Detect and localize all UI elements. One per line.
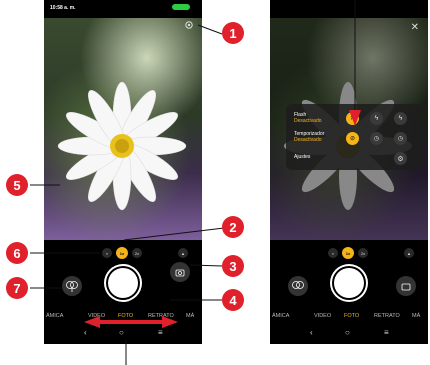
gallery-icon bbox=[292, 281, 304, 289]
navigation-bar: ‹ ○ ≡ bbox=[44, 328, 202, 342]
filter-icon[interactable]: ▲ bbox=[178, 248, 188, 258]
mode-retrato[interactable]: RETRATO bbox=[374, 313, 400, 319]
wide-angle-button[interactable]: ⌕ bbox=[102, 248, 112, 258]
settings-label[interactable]: Ajustes bbox=[294, 154, 310, 160]
battery-indicator bbox=[172, 4, 190, 10]
timer-3s-icon[interactable]: ◷ bbox=[370, 132, 383, 145]
mode-more[interactable]: MÁ bbox=[186, 313, 194, 319]
mode-dinamica[interactable]: ÁMICA bbox=[46, 313, 63, 319]
timer-10s-icon[interactable]: ◷ bbox=[394, 132, 407, 145]
mode-foto[interactable]: FOTO bbox=[118, 313, 133, 319]
shutter-button[interactable] bbox=[108, 268, 138, 298]
mode-video[interactable]: VIDEO bbox=[88, 313, 105, 319]
timer-state: Desactivado bbox=[294, 137, 322, 143]
zoom-2x-button[interactable]: 2x bbox=[132, 248, 142, 258]
filter-icon[interactable]: ▲ bbox=[404, 248, 414, 258]
callout-5: 5 bbox=[6, 174, 28, 196]
mode-selector: ÁMICA VIDEO FOTO RETRATO MÁ bbox=[270, 313, 428, 323]
shutter-button[interactable] bbox=[334, 268, 364, 298]
zoom-1x-button[interactable]: 1x bbox=[342, 247, 354, 259]
flash-off-icon[interactable]: ✕ bbox=[346, 112, 359, 125]
callout-7: 7 bbox=[6, 277, 28, 299]
callout-1: 1 bbox=[222, 22, 244, 44]
settings-gear-icon[interactable] bbox=[184, 20, 194, 30]
zoom-1x-button[interactable]: 1x bbox=[116, 247, 128, 259]
back-icon[interactable]: ‹ bbox=[84, 328, 87, 337]
camera-viewfinder[interactable] bbox=[44, 18, 202, 240]
flash-auto-icon[interactable]: ϟ bbox=[370, 112, 383, 125]
mode-video[interactable]: VIDEO bbox=[314, 313, 331, 319]
navigation-bar: ‹ ○ ≡ bbox=[270, 328, 428, 342]
home-icon[interactable]: ○ bbox=[119, 328, 124, 337]
zoom-selector: ⌕ 1x 2x ▲ bbox=[270, 247, 428, 260]
back-icon[interactable]: ‹ bbox=[310, 328, 313, 337]
mode-retrato[interactable]: RETRATO bbox=[148, 313, 174, 319]
timer-off-icon[interactable]: ⊘ bbox=[346, 132, 359, 145]
status-time: 10:58 a. m. bbox=[50, 5, 76, 11]
gallery-thumbnail-button[interactable] bbox=[62, 276, 82, 296]
callout-2: 2 bbox=[222, 216, 244, 238]
camera-switch-icon bbox=[175, 269, 185, 277]
settings-gear-icon[interactable]: ⚙ bbox=[394, 152, 407, 165]
close-icon[interactable]: ✕ bbox=[411, 22, 419, 33]
home-icon[interactable]: ○ bbox=[345, 328, 350, 337]
switch-camera-button[interactable] bbox=[396, 276, 416, 296]
callout-3: 3 bbox=[222, 255, 244, 277]
gallery-icon bbox=[66, 281, 78, 292]
zoom-2x-button[interactable]: 2x bbox=[358, 248, 368, 258]
callout-4: 4 bbox=[222, 289, 244, 311]
mode-dinamica[interactable]: ÁMICA bbox=[272, 313, 289, 319]
callout-6: 6 bbox=[6, 242, 28, 264]
zoom-selector: ⌕ 1x 2x ▲ bbox=[44, 247, 202, 260]
wide-angle-button[interactable]: ⌕ bbox=[328, 248, 338, 258]
flash-state: Desactivado bbox=[294, 118, 322, 124]
mode-selector: ÁMICA VIDEO FOTO RETRATO MÁ bbox=[44, 313, 202, 323]
recents-icon[interactable]: ≡ bbox=[384, 328, 389, 337]
phone-right: ✕ Flash Desactivado Temporizador Desacti… bbox=[270, 0, 428, 344]
gallery-thumbnail-button[interactable] bbox=[288, 276, 308, 296]
quick-settings-panel: Flash Desactivado Temporizador Desactiva… bbox=[286, 104, 422, 170]
flower-image bbox=[57, 81, 187, 211]
recents-icon[interactable]: ≡ bbox=[158, 328, 163, 337]
mode-more[interactable]: MÁ bbox=[412, 313, 420, 319]
switch-camera-button[interactable] bbox=[170, 262, 190, 282]
phone-left: 10:58 a. m. ⌕ 1x 2x ▲ ÁMICA VIDEO FOTO R… bbox=[44, 0, 202, 344]
mode-foto[interactable]: FOTO bbox=[344, 313, 359, 319]
flash-on-icon[interactable]: ϟ bbox=[394, 112, 407, 125]
camera-switch-icon bbox=[401, 283, 411, 291]
